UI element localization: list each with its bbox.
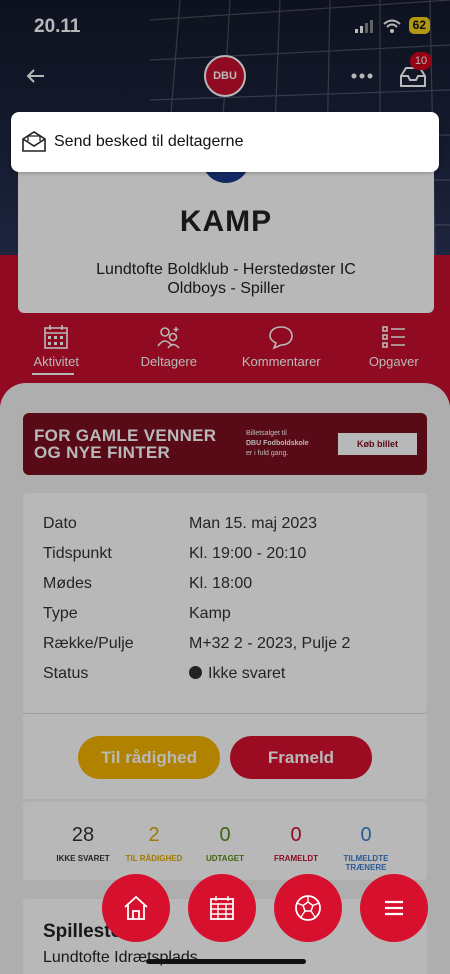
logo-text: DBU xyxy=(213,70,237,82)
response-actions: Til rådighed Frameld xyxy=(23,713,427,799)
stat-count: 0 xyxy=(360,824,372,846)
detail-value: Kamp xyxy=(189,605,231,622)
status-text: Ikke svaret xyxy=(208,665,286,682)
calendar-fab[interactable] xyxy=(188,874,256,942)
banner-headline: FOR GAMLE VENNER OG NYE FINTER xyxy=(34,427,216,461)
stat-count: 0 xyxy=(219,824,231,846)
detail-row: Status Ikke svaret xyxy=(43,665,413,685)
banner-small-line3: er i fuld gang. xyxy=(246,450,289,457)
banner-small-line1: Billetsalget til xyxy=(246,430,287,437)
detail-key: Tidspunkt xyxy=(43,545,112,562)
home-icon xyxy=(124,895,148,920)
tab-label: Kommentarer xyxy=(241,354,321,369)
detail-key: Dato xyxy=(43,515,77,532)
venue-name: Lundtofte Idrætsplads xyxy=(43,949,198,966)
stat-label-line1: TILMELDTE xyxy=(343,854,389,863)
tab-aktivitet[interactable]: Aktivitet xyxy=(0,322,113,382)
detail-value: M+32 2 - 2023, Pulje 2 xyxy=(189,635,351,652)
stat-label: TIL RÅDIGHED xyxy=(125,854,183,863)
menu-fab[interactable] xyxy=(360,874,428,942)
detail-key: Status xyxy=(43,665,89,682)
status-dot-icon xyxy=(189,666,202,679)
stat-label: TILMELDTE TRÆNERE xyxy=(326,854,406,872)
menu-icon xyxy=(385,900,403,916)
football-fab[interactable] xyxy=(274,874,342,942)
home-fab[interactable] xyxy=(102,874,170,942)
event-role: Oldboys - Spiller xyxy=(167,280,285,297)
tab-label: Aktivitet xyxy=(33,354,79,369)
detail-key: Række/Pulje xyxy=(43,635,134,652)
tab-kommentarer[interactable]: Kommentarer xyxy=(225,322,338,382)
tab-bar: Aktivitet Deltagere Kommentarer Opgaver xyxy=(0,322,450,382)
stat-available[interactable]: 2 TIL RÅDIGHED xyxy=(114,824,194,863)
stat-label-line2: TRÆNERE xyxy=(345,863,387,872)
ad-banner[interactable]: FOR GAMLE VENNER OG NYE FINTER Billetsal… xyxy=(23,413,427,475)
detail-key: Type xyxy=(43,605,78,622)
status-value: Ikke svaret xyxy=(189,665,285,683)
stat-declined[interactable]: 0 FRAMELDT xyxy=(256,824,336,863)
event-subtitle: Lundtofte Boldklub - Herstedøster IC Old… xyxy=(38,260,414,298)
banner-small-line2: DBU Fodboldskole xyxy=(246,440,309,447)
tab-opgaver[interactable]: Opgaver xyxy=(338,322,450,382)
top-navigation: DBU xyxy=(0,54,450,98)
detail-row: Dato Man 15. maj 2023 xyxy=(43,515,413,535)
send-message-popup[interactable]: Send besked til deltagerne xyxy=(11,112,439,172)
detail-value: Kl. 19:00 - 20:10 xyxy=(189,545,307,562)
send-message-label[interactable]: Send besked til deltagerne xyxy=(54,133,243,151)
event-teams: Lundtofte Boldklub - Herstedøster IC xyxy=(96,261,356,278)
checklist-icon xyxy=(381,326,405,348)
stat-not-answered[interactable]: 28 IKKE SVARET xyxy=(43,824,123,863)
detail-row: Type Kamp xyxy=(43,605,413,625)
signal-icon xyxy=(354,19,373,33)
back-arrow-icon[interactable] xyxy=(22,62,50,90)
tab-deltagere[interactable]: Deltagere xyxy=(113,322,226,382)
calendar-icon xyxy=(210,896,234,920)
stat-count: 2 xyxy=(148,824,160,846)
people-icon xyxy=(157,327,180,349)
envelope-icon xyxy=(22,131,46,152)
banner-line1: FOR GAMLE VENNER xyxy=(34,426,217,445)
detail-row: Mødes Kl. 18:00 xyxy=(43,575,413,595)
banner-line2: OG NYE FINTER xyxy=(34,443,171,462)
wifi-icon xyxy=(382,19,401,33)
calendar-icon xyxy=(44,325,69,349)
comment-icon xyxy=(269,326,294,350)
event-details: Dato Man 15. maj 2023 Tidspunkt Kl. 19:00 … xyxy=(23,493,427,713)
more-options-icon[interactable] xyxy=(350,64,374,88)
stat-selected[interactable]: 0 UDTAGET xyxy=(185,824,265,863)
stat-count: 0 xyxy=(290,824,302,846)
tab-label: Deltagere xyxy=(140,354,197,369)
banner-subtext: Billetsalget til DBU Fodboldskole er i f… xyxy=(246,429,309,459)
home-indicator xyxy=(146,959,306,964)
available-button[interactable]: Til rådighed xyxy=(78,736,220,779)
dbu-logo: DBU xyxy=(204,55,246,97)
stat-label: UDTAGET xyxy=(205,854,245,863)
detail-value: Kl. 18:00 xyxy=(189,575,253,592)
football-icon xyxy=(295,895,321,921)
detail-key: Mødes xyxy=(43,575,92,592)
status-bar: 20.11 62 xyxy=(0,0,450,50)
detail-row: Tidspunkt Kl. 19:00 - 20:10 xyxy=(43,545,413,565)
event-card: KAMP Lundtofte Boldklub - Herstedøster I… xyxy=(18,155,434,313)
active-tab-indicator xyxy=(32,373,74,375)
battery-indicator: 62 xyxy=(408,17,430,34)
event-title: KAMP xyxy=(179,205,273,238)
clock: 20.11 xyxy=(34,16,81,37)
stat-label: FRAMELDT xyxy=(274,854,318,863)
detail-value: Man 15. maj 2023 xyxy=(189,515,318,532)
stat-count: 28 xyxy=(71,824,95,846)
buy-ticket-button[interactable]: Køb billet xyxy=(338,433,417,455)
inbox-badge: 10 xyxy=(410,52,432,70)
decline-button[interactable]: Frameld xyxy=(230,736,372,779)
participant-stats: 28 IKKE SVARET 2 TIL RÅDIGHED 0 UDTAGET 0 FR… xyxy=(23,802,427,880)
stat-coaches[interactable]: 0 TILMELDTE TRÆNERE xyxy=(326,824,406,872)
stat-label: IKKE SVARET xyxy=(56,854,110,863)
detail-row: Række/Pulje M+32 2 - 2023, Pulje 2 xyxy=(43,635,413,655)
tab-label: Opgaver xyxy=(368,354,419,369)
